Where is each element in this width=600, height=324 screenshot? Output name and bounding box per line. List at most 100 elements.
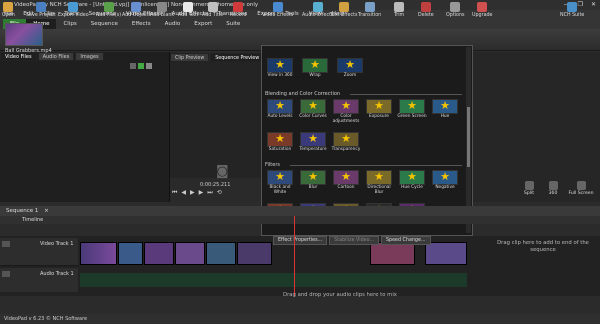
effect-cartoon[interactable]: ★ Cartoon [331, 170, 361, 198]
add-file-button[interactable]: Add File(s) [96, 1, 121, 22]
audio-waveform[interactable] [80, 273, 467, 287]
effect-color-curves[interactable]: ★ Color Curves [298, 99, 328, 127]
tab-sequence-preview[interactable]: Sequence Preview [210, 53, 265, 62]
close-button[interactable]: ✕ [591, 0, 596, 10]
go-start-icon[interactable]: ⏮ [172, 189, 177, 197]
add-blank-button[interactable]: Add Blank [150, 1, 174, 22]
video-clip[interactable] [206, 242, 236, 265]
star-icon: ★ [399, 99, 425, 114]
audio-effects-button[interactable]: Audio Effects [302, 1, 333, 22]
video-clip[interactable] [144, 242, 174, 265]
add-objects-button[interactable]: Add Objects [122, 1, 151, 22]
effect-hue-cycle[interactable]: ★ Hue Cycle [397, 170, 427, 198]
fullscreen-button[interactable]: Full Screen [566, 181, 596, 201]
save-button[interactable]: Save Project [26, 1, 56, 22]
media-filename: Ball Grabbers.mp4 [5, 48, 52, 54]
loop-icon[interactable]: ⟲ [217, 189, 222, 196]
text-icon [183, 2, 194, 12]
suite-button[interactable]: NCH Suite [560, 1, 584, 22]
video-clip[interactable] [370, 242, 415, 265]
ribbon-label: Export Video [58, 13, 89, 18]
effect-label: Auto Levels [267, 114, 293, 119]
audio-effects-icon [312, 2, 323, 12]
step-forward-icon[interactable]: ▶ [199, 189, 204, 196]
record-button[interactable]: Record [230, 1, 247, 22]
star-icon: ★ [333, 99, 359, 114]
tab-images[interactable]: Images [75, 52, 104, 61]
effect-label: Color Curves [299, 114, 327, 119]
options-button[interactable]: Options [446, 1, 465, 22]
effect-negative[interactable]: ★ Negative [430, 170, 460, 198]
effect-color-adjustments[interactable]: ★ Color adjustments [331, 99, 361, 127]
trim-button[interactable]: Trim [394, 1, 404, 22]
stabilize-video-button[interactable]: Stabilize Video... [329, 236, 379, 245]
step-back-icon[interactable]: ◀ [181, 189, 186, 196]
media-bin-panel: Video Files Audio Files Images [0, 52, 170, 202]
video-clip[interactable] [80, 242, 117, 265]
timeline-label: Timeline [22, 217, 44, 223]
preview-screen[interactable] [170, 62, 270, 178]
text-effects-button[interactable]: Text Effects [330, 1, 358, 22]
ribbon-tab-bar: File Home Clips Sequence Effects Audio E… [0, 19, 600, 29]
tab-clip-preview[interactable]: Clip Preview [170, 53, 210, 62]
effect-directional-blur[interactable]: ★ Directional Blur [364, 170, 394, 198]
fullscreen-icon [576, 181, 586, 190]
tab-sequence-1[interactable]: Sequence 1 [6, 208, 38, 214]
star-icon: ★ [333, 170, 359, 185]
effect-view-in-360[interactable]: ★ View in 360 [265, 58, 295, 86]
effect-label: Cartoon [337, 185, 355, 190]
effect-blur[interactable]: ★ Blur [298, 170, 328, 198]
split-button[interactable]: Split [518, 181, 540, 201]
close-sequence-icon[interactable]: × [44, 208, 49, 214]
effect-label: Color adjustments [332, 114, 360, 124]
video-clip[interactable] [425, 242, 467, 265]
upgrade-button[interactable]: Upgrade [472, 1, 493, 22]
video-clip[interactable] [175, 242, 205, 265]
timeline-ruler[interactable]: Timeline [0, 216, 600, 224]
star-icon: ★ [300, 170, 326, 185]
add-media-icon[interactable] [138, 63, 144, 69]
star-icon: ★ [300, 132, 326, 147]
title-button[interactable]: Add Title [202, 1, 223, 22]
save-icon [35, 2, 46, 12]
drag-video-hint: Drag clip here to add to end of the sequ… [497, 240, 589, 253]
scrollbar-thumb[interactable] [467, 107, 470, 167]
effect-temperature[interactable]: ★ Temperature [298, 132, 328, 160]
video-clip[interactable] [118, 242, 143, 265]
effect-auto-levels[interactable]: ★ Auto Levels [265, 99, 295, 127]
effect-black-and-white[interactable]: ★ Black and White [265, 170, 295, 198]
ribbon-label: Add Objects [122, 13, 151, 18]
transition-button[interactable]: Transition [358, 1, 381, 22]
delete-button[interactable]: Delete [418, 1, 434, 22]
playhead[interactable] [294, 216, 295, 296]
video-clip[interactable] [237, 242, 272, 265]
effect-wrap[interactable]: ★ Wrap [300, 58, 330, 86]
trim-icon [394, 2, 405, 12]
export-button[interactable]: Export Video [58, 1, 89, 22]
effect-label: Temperature [299, 147, 327, 152]
view-list-icon[interactable] [130, 63, 136, 69]
star-icon: ★ [267, 99, 293, 114]
effect-transparency[interactable]: ★ Transparency [331, 132, 361, 160]
effect-green-screen[interactable]: ★ Green Screen [397, 99, 427, 127]
folder-button[interactable]: Open [2, 1, 15, 22]
video-track-icon [2, 241, 10, 247]
text-effects-icon [338, 2, 349, 12]
go-end-icon[interactable]: ⏭ [207, 189, 212, 197]
effect-saturation[interactable]: ★ Saturation [265, 132, 295, 160]
effect-exposure[interactable]: ★ Exposure [364, 99, 394, 127]
speed-change-button[interactable]: Speed Change... [381, 236, 431, 245]
status-text: VideoPad v 6.23 © NCH Software [4, 316, 88, 322]
360-button[interactable]: 360 [542, 181, 564, 201]
effect-properties-button[interactable]: Effect Properties... [273, 236, 328, 245]
effect-label: Exposure [369, 114, 389, 119]
effect-hue[interactable]: ★ Hue [430, 99, 460, 127]
play-icon[interactable]: ▶ [190, 189, 195, 196]
star-icon: ★ [432, 99, 458, 114]
add-objects-icon [131, 2, 142, 12]
effect-zoom[interactable]: ★ Zoom [335, 58, 365, 86]
text-button[interactable]: Add Text [178, 1, 199, 22]
video-effects-button[interactable]: Video Effects [262, 1, 293, 22]
media-thumbnail[interactable] [5, 23, 43, 46]
grid-icon[interactable] [146, 63, 152, 69]
